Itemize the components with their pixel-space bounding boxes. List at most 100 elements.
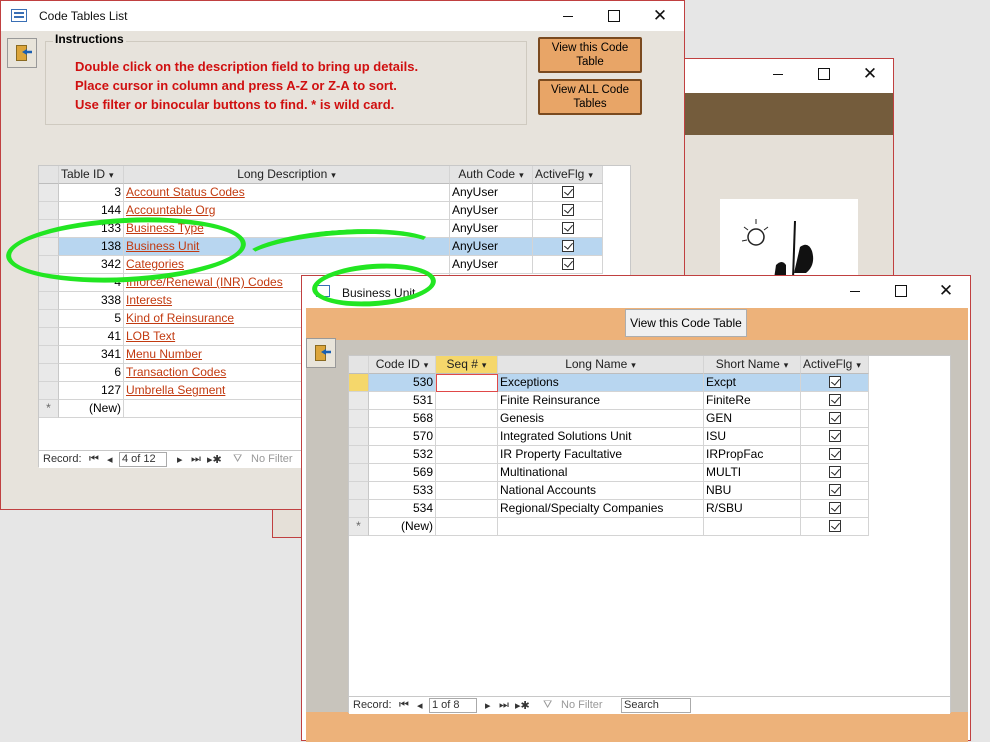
table-row[interactable]: 3 Account Status Codes AnyUser (39, 184, 632, 202)
first-record-button[interactable]: ⏮ (89, 453, 99, 466)
description-link[interactable]: Kind of Reinsurance (126, 311, 234, 325)
bu-active-checkbox[interactable] (828, 466, 841, 478)
bu-active-checkbox[interactable] (828, 394, 841, 406)
bu-table-row[interactable]: 533 National Accounts NBU (349, 482, 952, 500)
bu-new-seq[interactable] (436, 518, 498, 536)
seq-cell[interactable] (436, 374, 498, 392)
bu-next-record-button[interactable]: ▸ (485, 699, 491, 712)
bu-minimize-button[interactable] (832, 276, 878, 306)
active-checkbox[interactable] (561, 258, 574, 270)
description-link[interactable]: Menu Number (126, 347, 202, 361)
table-id-cell[interactable]: 41 (59, 328, 124, 346)
bu-table-row[interactable]: 534 Regional/Specialty Companies R/SBU (349, 500, 952, 518)
bg-maximize-button[interactable] (801, 59, 847, 89)
row-selector[interactable] (39, 328, 59, 346)
bu-maximize-button[interactable] (878, 276, 924, 306)
bu-row-selector[interactable] (349, 428, 369, 446)
long-name-cell[interactable]: Genesis (498, 410, 704, 428)
short-name-cell[interactable]: R/SBU (704, 500, 801, 518)
bu-search-input[interactable]: Search (621, 698, 691, 713)
bu-active-flag-cell[interactable] (801, 500, 869, 518)
long-name-cell[interactable]: Regional/Specialty Companies (498, 500, 704, 518)
short-name-cell[interactable]: GEN (704, 410, 801, 428)
bu-row-selector[interactable] (349, 500, 369, 518)
bu-table-row[interactable]: 531 Finite Reinsurance FiniteRe (349, 392, 952, 410)
col-long-description[interactable]: Long Description (124, 166, 450, 184)
bu-table-row[interactable]: 532 IR Property Facultative IRPropFac (349, 446, 952, 464)
row-selector[interactable] (39, 364, 59, 382)
bu-row-selector[interactable] (349, 482, 369, 500)
bu-row-selector[interactable] (349, 374, 369, 392)
short-name-cell[interactable]: ISU (704, 428, 801, 446)
bu-first-record-button[interactable]: ⏮ (399, 699, 409, 712)
row-selector[interactable] (39, 382, 59, 400)
bu-active-flag-cell[interactable] (801, 410, 869, 428)
bu-table-row[interactable]: 568 Genesis GEN (349, 410, 952, 428)
minimize-button[interactable] (545, 1, 591, 31)
active-checkbox[interactable] (561, 204, 574, 216)
long-name-cell[interactable]: Exceptions (498, 374, 704, 392)
maximize-button[interactable] (591, 1, 637, 31)
bg-close-button[interactable]: ✕ (847, 59, 893, 89)
short-name-cell[interactable]: IRPropFac (704, 446, 801, 464)
bu-table-row[interactable]: 570 Integrated Solutions Unit ISU (349, 428, 952, 446)
description-link[interactable]: LOB Text (126, 329, 175, 343)
bu-new-record-button[interactable]: ▸✱ (515, 699, 530, 712)
short-name-cell[interactable]: FiniteRe (704, 392, 801, 410)
short-name-cell[interactable]: Excpt (704, 374, 801, 392)
row-selector[interactable] (39, 202, 59, 220)
col-table-id[interactable]: Table ID (59, 166, 124, 184)
active-checkbox[interactable] (561, 186, 574, 198)
bu-row-selector[interactable] (349, 392, 369, 410)
new-record-button[interactable]: ▸✱ (207, 453, 222, 466)
row-selector[interactable] (39, 184, 59, 202)
long-name-cell[interactable]: Finite Reinsurance (498, 392, 704, 410)
long-name-cell[interactable]: Multinational (498, 464, 704, 482)
col-code-id[interactable]: Code ID (369, 356, 436, 374)
table-id-cell[interactable]: 6 (59, 364, 124, 382)
bu-active-flag-cell[interactable] (801, 482, 869, 500)
col-auth-code[interactable]: Auth Code (450, 166, 533, 184)
bu-no-filter-button[interactable]: No Filter (561, 699, 603, 711)
bu-active-checkbox[interactable] (828, 448, 841, 460)
auth-code-cell[interactable]: AnyUser (450, 256, 533, 274)
bu-table-row[interactable]: 530 Exceptions Excpt (349, 374, 952, 392)
bu-table-row[interactable]: 569 Multinational MULTI (349, 464, 952, 482)
bu-new-active-checkbox[interactable] (828, 520, 841, 532)
bu-active-flag-cell[interactable] (801, 392, 869, 410)
auth-code-cell[interactable]: AnyUser (450, 220, 533, 238)
new-row-label[interactable]: (New) (59, 400, 124, 418)
table-id-cell[interactable]: 341 (59, 346, 124, 364)
col-bu-active-flag[interactable]: ActiveFlg (801, 356, 869, 374)
bu-prev-record-button[interactable]: ◂ (417, 699, 423, 712)
close-button[interactable]: ✕ (637, 1, 683, 31)
long-name-cell[interactable]: National Accounts (498, 482, 704, 500)
bu-active-flag-cell[interactable] (801, 374, 869, 392)
bu-active-checkbox[interactable] (828, 376, 841, 388)
bu-new-active[interactable] (801, 518, 869, 536)
table-id-cell[interactable]: 5 (59, 310, 124, 328)
bu-grid-corner[interactable] (349, 356, 369, 374)
row-selector[interactable] (39, 346, 59, 364)
last-record-button[interactable]: ⏭ (191, 453, 201, 466)
long-name-cell[interactable]: IR Property Facultative (498, 446, 704, 464)
bu-new-long[interactable] (498, 518, 704, 536)
no-filter-button[interactable]: No Filter (251, 453, 293, 465)
description-link[interactable]: Interests (126, 293, 172, 307)
auth-code-cell[interactable]: AnyUser (450, 238, 533, 256)
auth-code-cell[interactable]: AnyUser (450, 202, 533, 220)
active-flag-cell[interactable] (533, 220, 603, 238)
code-id-cell[interactable]: 568 (369, 410, 436, 428)
bu-active-checkbox[interactable] (828, 502, 841, 514)
code-id-cell[interactable]: 570 (369, 428, 436, 446)
bu-record-position-input[interactable]: 1 of 8 (429, 698, 477, 713)
col-long-name[interactable]: Long Name (498, 356, 704, 374)
active-flag-cell[interactable] (533, 184, 603, 202)
active-checkbox[interactable] (561, 222, 574, 234)
table-id-cell[interactable]: 338 (59, 292, 124, 310)
seq-cell[interactable] (436, 500, 498, 518)
bu-active-flag-cell[interactable] (801, 446, 869, 464)
seq-cell[interactable] (436, 428, 498, 446)
next-record-button[interactable]: ▸ (177, 453, 183, 466)
code-id-cell[interactable]: 531 (369, 392, 436, 410)
